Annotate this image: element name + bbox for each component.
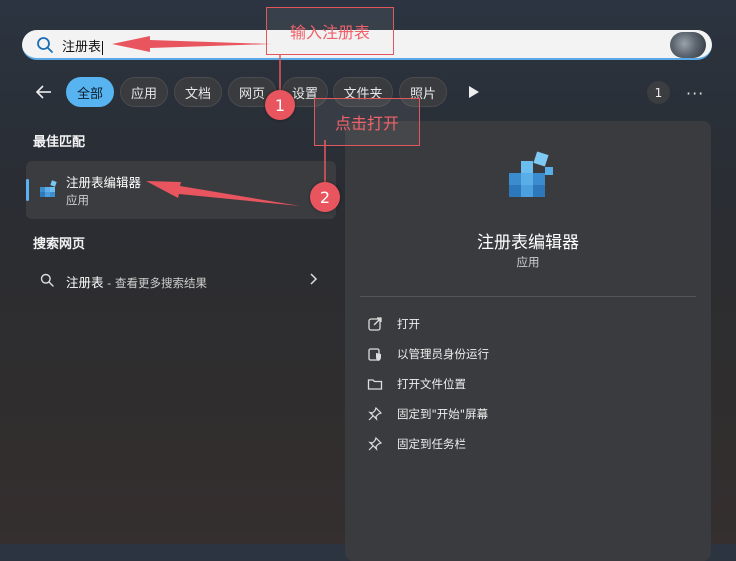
best-match-name: 注册表编辑器 [66, 175, 142, 190]
back-arrow-icon[interactable] [34, 82, 54, 102]
app-detail-panel: 注册表编辑器 应用 打开 以管理员身份运行 打开文件位置 固定到"开始"屏幕 固… [345, 121, 711, 561]
action-run-as-admin[interactable]: 以管理员身份运行 [367, 344, 489, 364]
pin-icon [368, 406, 383, 421]
annotation-step-1: 1 [265, 90, 295, 120]
best-match-result[interactable]: 注册表编辑器 应用 [26, 161, 336, 219]
filter-chip-apps[interactable]: 应用 [120, 77, 168, 107]
action-open[interactable]: 打开 [367, 314, 420, 334]
search-panel: 注册表 全部 应用 文档 网页 设置 文件夹 照片 1 ··· 最佳匹配 注册表… [0, 0, 736, 561]
action-pin-to-taskbar[interactable]: 固定到任务栏 [367, 434, 466, 454]
rewards-badge[interactable]: 1 [647, 81, 670, 104]
web-search-text: 注册表 - 查看更多搜索结果 [66, 275, 207, 290]
detail-app-name: 注册表编辑器 [477, 233, 579, 253]
filter-chip-all[interactable]: 全部 [66, 77, 114, 107]
best-match-heading: 最佳匹配 [33, 135, 86, 150]
chevron-right-icon [310, 273, 318, 285]
selection-indicator [26, 179, 29, 201]
registry-editor-icon [509, 151, 553, 197]
best-match-type: 应用 [66, 193, 89, 207]
folder-icon [367, 379, 383, 390]
shield-icon [368, 348, 381, 361]
registry-editor-icon [40, 180, 57, 197]
play-icon[interactable] [468, 85, 480, 99]
pin-icon [368, 436, 383, 451]
filter-chip-documents[interactable]: 文档 [174, 77, 222, 107]
more-options-icon[interactable]: ··· [686, 84, 704, 103]
annotation-step-2: 2 [310, 182, 340, 212]
web-search-heading: 搜索网页 [33, 237, 86, 252]
action-open-file-location[interactable]: 打开文件位置 [367, 374, 466, 394]
avatar[interactable] [670, 32, 706, 58]
search-icon [40, 273, 54, 287]
divider [360, 296, 696, 297]
open-external-icon [368, 317, 382, 331]
annotation-callout-1: 输入注册表 [266, 7, 394, 55]
detail-app-type: 应用 [516, 255, 540, 269]
annotation-callout-2: 点击打开 [314, 98, 420, 146]
search-icon [37, 37, 53, 53]
action-pin-to-start[interactable]: 固定到"开始"屏幕 [367, 404, 488, 424]
search-input[interactable]: 注册表 [62, 36, 104, 55]
web-search-result[interactable]: 注册表 - 查看更多搜索结果 [26, 264, 336, 296]
